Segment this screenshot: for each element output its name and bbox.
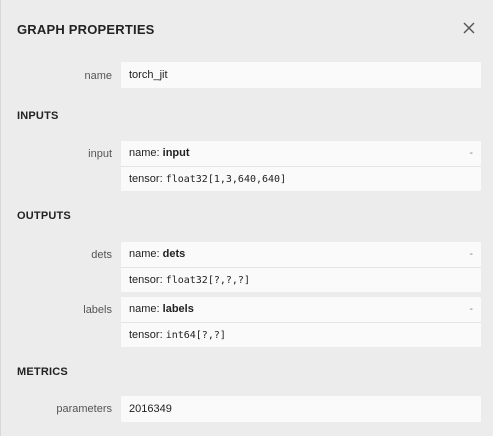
dets-name-row: name: dets - [121, 242, 481, 267]
tensor-prefix: tensor: [129, 329, 166, 341]
inputs-heading: INPUTS [17, 110, 59, 122]
name-prefix: name: [129, 248, 163, 260]
input-argument-box[interactable]: name: input - tensor: float32[1,3,640,64… [121, 141, 481, 191]
labels-tensor-row: tensor: int64[?,?] [121, 322, 481, 347]
close-icon[interactable] [460, 19, 478, 37]
dets-argument-box[interactable]: name: dets - tensor: float32[?,?,?] [121, 242, 481, 292]
labels-name-row: name: labels - [121, 297, 481, 322]
labels-tensor-type: int64[?,?] [165, 330, 226, 341]
input-name: input [162, 147, 190, 159]
dets-label: dets [91, 249, 112, 261]
parameters-label: parameters [56, 403, 112, 415]
tensor-prefix: tensor: [129, 274, 166, 286]
dets-tensor-type: float32[?,?,?] [165, 275, 250, 286]
name-label: name [84, 70, 112, 82]
labels-name: labels [162, 303, 194, 315]
parameters-value: 2016349 [129, 403, 172, 415]
parameters-value-box: 2016349 [121, 396, 481, 422]
tensor-prefix: tensor: [129, 173, 166, 185]
input-name-row: name: input - [121, 141, 481, 166]
dets-tensor-row: tensor: float32[?,?,?] [121, 267, 481, 292]
name-value-box: torch_jit [121, 62, 481, 88]
input-tensor-row: tensor: float32[1,3,640,640] [121, 166, 481, 191]
graph-properties-panel: GRAPH PROPERTIES name torch_jit INPUTS i… [0, 0, 493, 436]
outputs-heading: OUTPUTS [17, 210, 71, 222]
panel-title: GRAPH PROPERTIES [17, 22, 155, 37]
expand-toggle[interactable]: - [469, 242, 473, 267]
labels-label: labels [83, 304, 112, 316]
dets-name: dets [162, 248, 186, 260]
metrics-heading: METRICS [17, 366, 68, 378]
input-label: input [88, 148, 112, 160]
name-prefix: name: [129, 303, 163, 315]
name-prefix: name: [129, 147, 163, 159]
expand-toggle[interactable]: - [469, 297, 473, 322]
input-tensor-type: float32[1,3,640,640] [165, 174, 287, 185]
labels-argument-box[interactable]: name: labels - tensor: int64[?,?] [121, 297, 481, 347]
name-value: torch_jit [129, 69, 168, 81]
expand-toggle[interactable]: - [469, 141, 473, 166]
